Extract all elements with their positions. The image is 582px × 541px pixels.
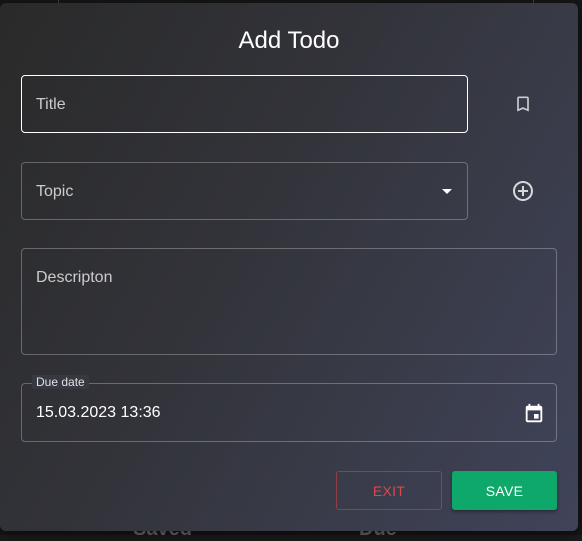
save-button[interactable]: SAVE [452,471,557,510]
calendar-icon [523,403,545,425]
title-input[interactable]: Title [21,75,468,133]
add-topic-button[interactable] [505,173,541,209]
description-placeholder: Descripton [36,269,112,287]
add-circle-icon [511,179,535,203]
due-date-field[interactable]: Due date 15.03.2023 13:36 [21,383,557,442]
add-todo-dialog: Add Todo Title Topic Descripton Due date… [0,3,578,531]
calendar-button[interactable] [517,397,551,431]
bookmark-icon [513,94,533,114]
bookmark-button[interactable] [505,86,541,122]
exit-button[interactable]: EXIT [336,471,442,510]
description-textarea[interactable]: Descripton [21,248,557,355]
due-date-value: 15.03.2023 13:36 [36,404,161,422]
title-placeholder: Title [36,96,66,114]
due-date-label: Due date [32,375,89,389]
topic-placeholder: Topic [36,183,73,201]
topic-select[interactable]: Topic [21,162,468,220]
dropdown-arrow-icon [442,189,452,194]
dialog-title: Add Todo [0,27,578,55]
